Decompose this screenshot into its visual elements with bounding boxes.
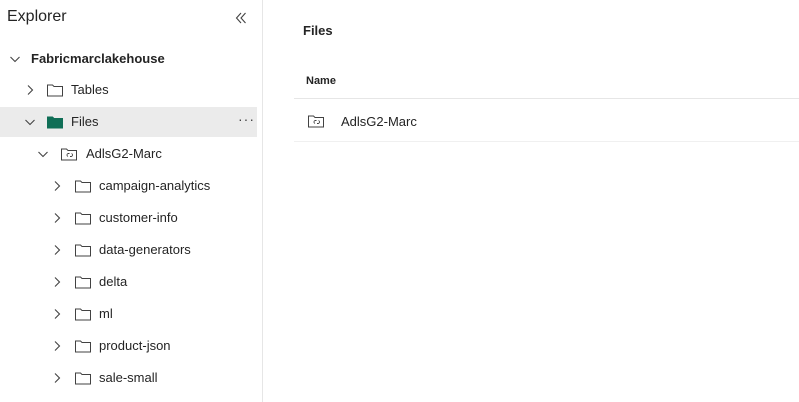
tree-item-folder[interactable]: delta	[0, 267, 257, 297]
chevron-right-icon[interactable]	[51, 308, 63, 320]
folder-icon	[75, 308, 91, 321]
tree-item-label: campaign-analytics	[99, 178, 211, 193]
chevron-right-icon[interactable]	[24, 84, 36, 96]
tree-item-shortcut[interactable]: AdlsG2-Marc	[0, 139, 257, 169]
tree-item-folder[interactable]: campaign-analytics	[0, 171, 257, 201]
tree-item-tables[interactable]: Tables	[0, 75, 257, 105]
chevron-down-icon[interactable]	[9, 53, 21, 65]
tree-item-label: Tables	[71, 82, 109, 97]
tree-item-folder[interactable]: product-json	[0, 331, 257, 361]
folder-icon	[47, 84, 63, 97]
tree-item-folder[interactable]: customer-info	[0, 203, 257, 233]
column-header-name[interactable]: Name	[306, 75, 336, 87]
table-row[interactable]: AdlsG2-Marc	[294, 100, 799, 142]
tree-item-label: Fabricmarclakehouse	[31, 51, 165, 66]
tree-item-folder[interactable]: data-generators	[0, 235, 257, 265]
collapse-explorer-button[interactable]	[233, 10, 249, 26]
folder-icon	[75, 276, 91, 289]
tree-item-files[interactable]: Files ···	[0, 107, 257, 137]
shortcut-folder-icon	[308, 115, 324, 128]
tree-item-label: customer-info	[99, 210, 178, 225]
tree-item-label: delta	[99, 274, 128, 289]
files-pane: Files Name AdlsG2-Marc	[264, 0, 799, 402]
chevron-right-icon[interactable]	[51, 340, 63, 352]
table-header: Name	[294, 66, 799, 99]
chevron-right-icon[interactable]	[51, 212, 63, 224]
folder-icon	[75, 212, 91, 225]
folder-filled-icon	[47, 116, 63, 129]
page-title: Files	[303, 23, 333, 38]
double-chevron-left-icon	[235, 12, 246, 24]
tree-item-label: AdlsG2-Marc	[86, 146, 162, 161]
tree-item-label: Files	[71, 114, 99, 129]
shortcut-folder-icon	[61, 148, 77, 161]
explorer-header: Explorer	[0, 0, 263, 36]
folder-icon	[75, 244, 91, 257]
chevron-right-icon[interactable]	[51, 244, 63, 256]
tree-item-label: data-generators	[99, 242, 191, 257]
chevron-down-icon[interactable]	[37, 148, 49, 160]
tree-item-label: product-json	[99, 338, 171, 353]
file-name-link[interactable]: AdlsG2-Marc	[341, 114, 417, 129]
tree-item-folder[interactable]: sale-small	[0, 363, 257, 393]
more-options-button[interactable]: ···	[238, 112, 254, 130]
folder-icon	[75, 340, 91, 353]
tree-item-label: ml	[99, 306, 113, 321]
tree-item-folder[interactable]: ml	[0, 299, 257, 329]
chevron-down-icon[interactable]	[24, 116, 36, 128]
chevron-right-icon[interactable]	[51, 180, 63, 192]
explorer-panel: Explorer Fabricmarclakehouse Tables File…	[0, 0, 263, 402]
chevron-right-icon[interactable]	[51, 276, 63, 288]
tree-item-lakehouse[interactable]: Fabricmarclakehouse	[0, 44, 257, 74]
chevron-right-icon[interactable]	[51, 372, 63, 384]
tree-item-label: sale-small	[99, 370, 158, 385]
explorer-title: Explorer	[7, 8, 67, 25]
folder-icon	[75, 180, 91, 193]
folder-icon	[75, 372, 91, 385]
